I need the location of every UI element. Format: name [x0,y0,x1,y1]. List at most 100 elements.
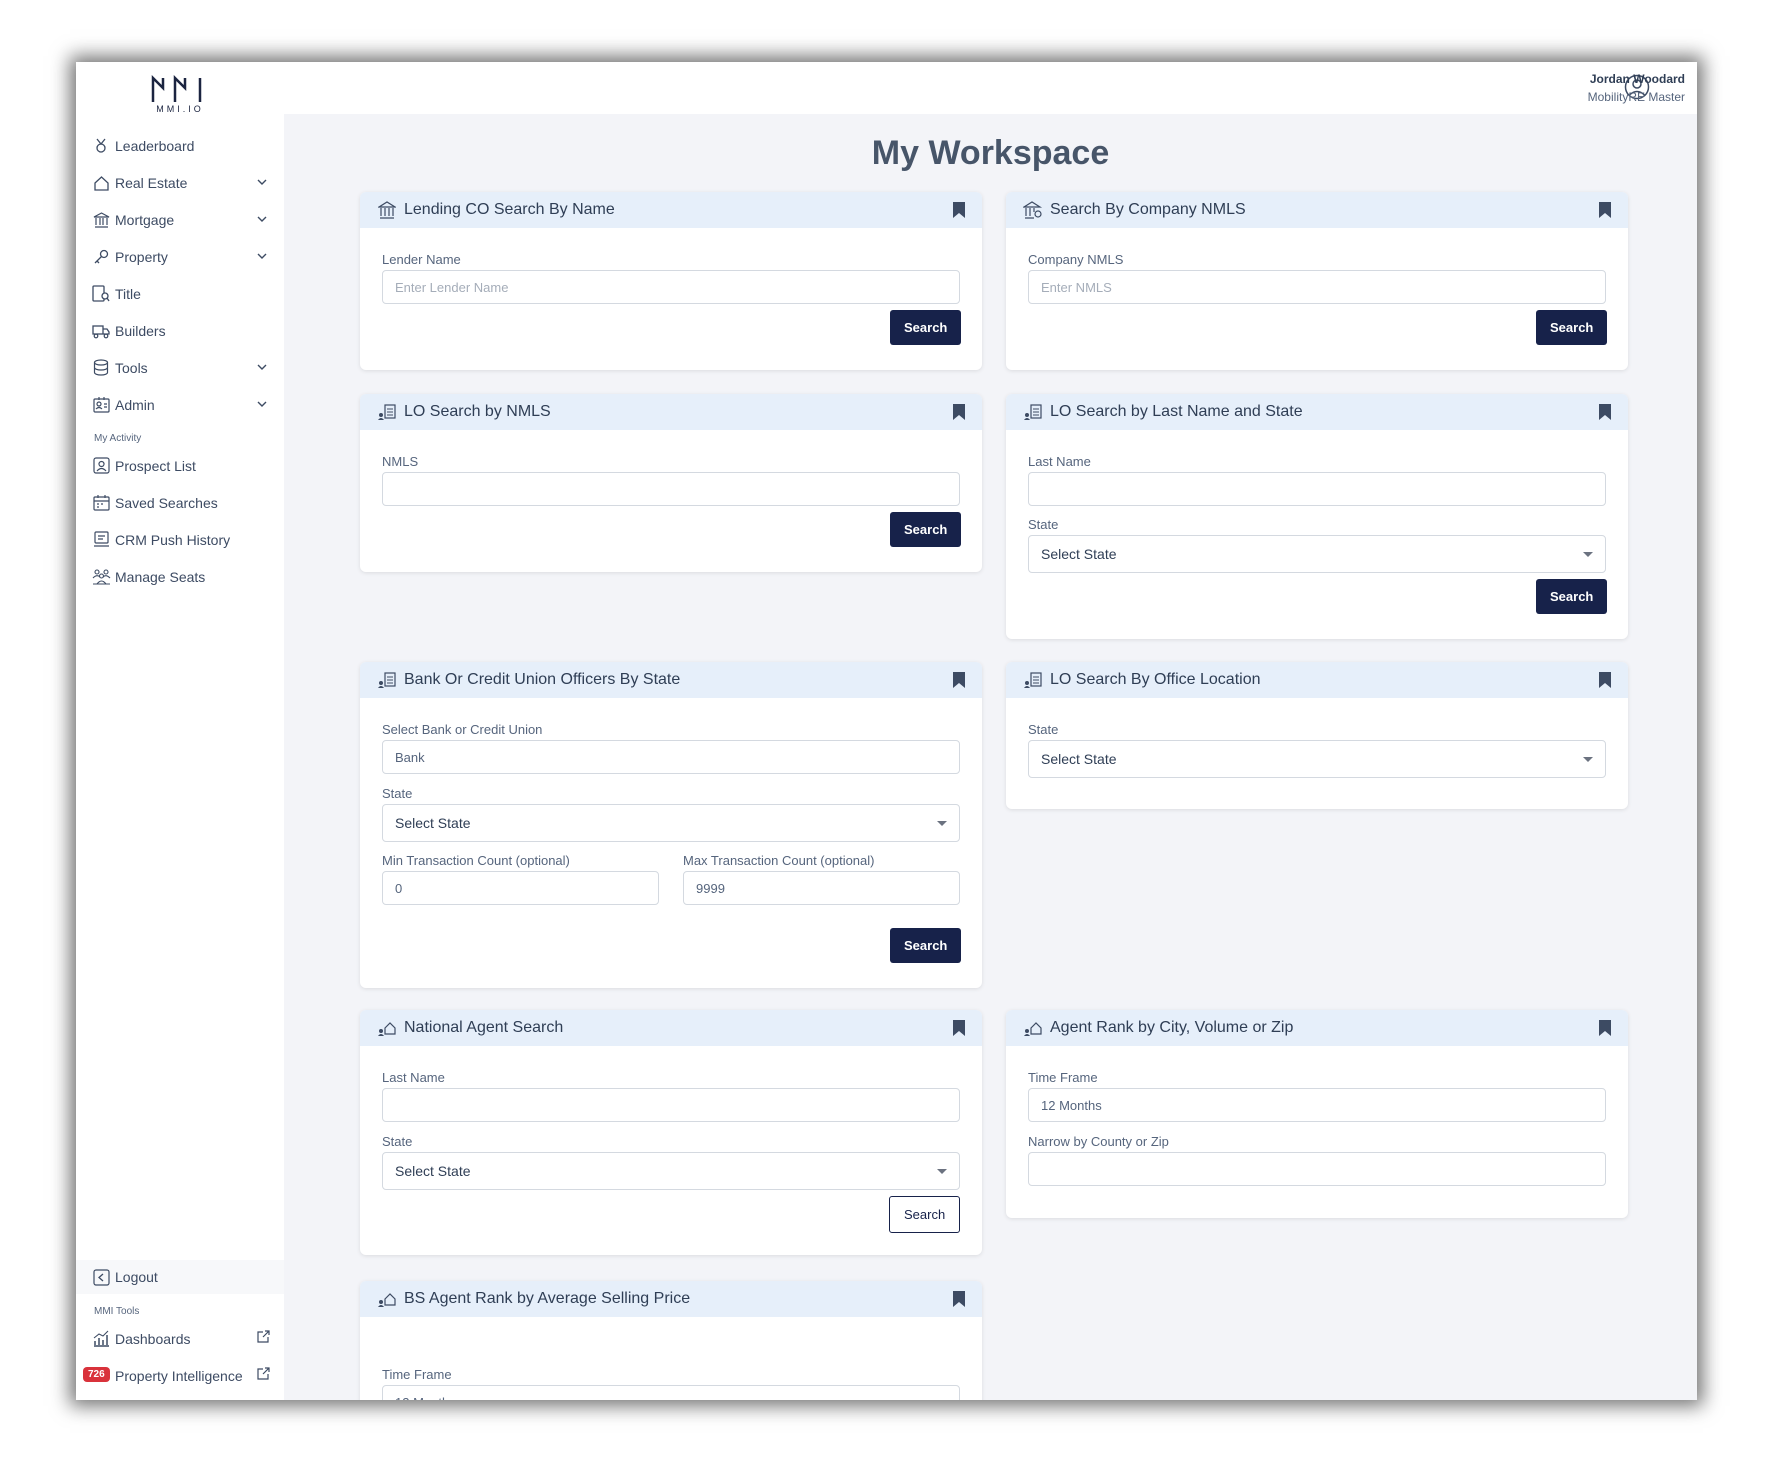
sidebar-item-property-intelligence[interactable]: 726 Property Intelligence [76,1357,284,1394]
card-header: Search By Company NMLS [1006,192,1628,228]
sidebar-item-label: Dashboards [115,1330,191,1347]
external-link-icon[interactable] [257,1367,270,1380]
last-name-label: Last Name [382,1070,445,1085]
chevron-down-icon[interactable] [256,361,268,373]
sidebar-item-label: Title [115,285,141,302]
chevron-down-icon[interactable] [256,176,268,188]
loan-officer-icon [376,670,398,690]
card-title: Bank Or Credit Union Officers By State [404,671,681,688]
max-transaction-label: Max Transaction Count (optional) [683,853,875,868]
sidebar-item-label: Saved Searches [115,494,218,511]
nmls-label: NMLS [382,454,419,469]
chevron-down-icon[interactable] [256,213,268,225]
chevron-down-icon[interactable] [256,398,268,410]
card-header: National Agent Search [360,1010,982,1046]
narrow-county-zip-label: Narrow by County or Zip [1028,1134,1169,1149]
sidebar-item-label: Admin [115,396,155,413]
brand-logo[interactable]: MMI.IO [150,74,210,116]
search-button[interactable]: Search [890,928,962,963]
card-title: BS Agent Rank by Average Selling Price [404,1290,691,1307]
search-button[interactable]: Search [1536,579,1608,614]
state-select-value: Select State [1041,546,1117,562]
bank-building-icon [376,200,398,220]
sidebar-item-title[interactable]: Title [76,275,284,312]
search-button[interactable]: Search [1536,310,1608,345]
company-nmls-input[interactable] [1028,270,1606,304]
sidebar-item-label: Tools [115,359,148,376]
state-select-value: Select State [395,815,471,831]
sidebar-item-manage-seats[interactable]: Manage Seats [76,558,284,595]
search-button[interactable]: Search [889,1196,961,1233]
bookmark-icon[interactable] [1598,1019,1612,1037]
external-link-icon[interactable] [257,1330,270,1343]
last-name-label: Last Name [1028,454,1091,469]
last-name-input[interactable] [1028,472,1606,506]
card-lending-co-search: Lending CO Search By Name Lender Name Se… [360,192,982,370]
bookmark-icon[interactable] [952,1019,966,1037]
logout-icon [90,1267,112,1287]
state-select[interactable]: Select State [382,1152,960,1190]
bookmark-icon[interactable] [952,201,966,219]
bookmark-icon[interactable] [1598,671,1612,689]
nmls-input[interactable] [382,472,960,506]
key-icon [90,247,112,267]
card-lo-nmls-search: LO Search by NMLS NMLS Search [360,394,982,572]
bookmark-icon[interactable] [952,403,966,421]
county-zip-input[interactable] [1028,1152,1606,1186]
bookmark-icon[interactable] [952,671,966,689]
bookmark-icon[interactable] [952,1290,966,1308]
chevron-down-icon[interactable] [256,250,268,262]
admin-icon [90,395,112,415]
bookmark-icon[interactable] [1598,201,1612,219]
sidebar-item-crm-push-history[interactable]: CRM Push History [76,521,284,558]
sidebar-item-real-estate[interactable]: Real Estate [76,164,284,201]
sidebar-item-tools[interactable]: Tools [76,349,284,386]
sidebar-item-label: Property Intelligence [115,1367,243,1384]
dropdown-caret-icon [1583,552,1593,557]
institution-type-label: Select Bank or Credit Union [382,722,543,737]
logout-label: Logout [115,1269,158,1285]
sidebar-item-saved-searches[interactable]: Saved Searches [76,484,284,521]
sidebar-item-label: Real Estate [115,174,188,191]
card-title: Lending CO Search By Name [404,201,615,218]
user-name[interactable]: Jordan Woodard [1590,72,1685,86]
app-window: MMI.IO Leaderboard Real Estate Mortgage … [76,62,1697,1400]
sidebar-nav: Leaderboard Real Estate Mortgage Propert… [76,127,284,595]
min-transaction-input[interactable] [382,871,659,905]
state-select[interactable]: Select State [1028,740,1606,778]
page-title: My Workspace [871,134,1110,172]
search-button[interactable]: Search [890,310,962,345]
state-select-value: Select State [395,1163,471,1179]
dropdown-caret-icon [1583,757,1593,762]
sidebar-item-leaderboard[interactable]: Leaderboard [76,127,284,164]
sidebar-item-label: CRM Push History [115,531,231,548]
sidebar-item-builders[interactable]: Builders [76,312,284,349]
logo-mark-icon [151,74,202,102]
state-select[interactable]: Select State [382,804,960,842]
card-lo-office-location-search: LO Search By Office Location State Selec… [1006,662,1628,809]
logout-button[interactable]: Logout [76,1260,284,1294]
state-label: State [1028,722,1059,737]
search-button[interactable]: Search [890,512,962,547]
sidebar-item-dashboards[interactable]: Dashboards [76,1320,284,1357]
database-icon [90,358,112,378]
institution-type-input[interactable] [382,740,960,774]
time-frame-input[interactable] [382,1385,960,1400]
sidebar-item-mortgage[interactable]: Mortgage [76,201,284,238]
bookmark-icon[interactable] [1598,403,1612,421]
lender-name-label: Lender Name [382,252,461,267]
top-header: Jordan Woodard MobilityRE Master [284,62,1697,114]
sidebar-item-property[interactable]: Property [76,238,284,275]
sidebar-item-label: Prospect List [115,457,196,474]
sidebar-item-admin[interactable]: Admin [76,386,284,423]
card-header: LO Search by NMLS [360,394,982,430]
last-name-input[interactable] [382,1088,960,1122]
card-title: Agent Rank by City, Volume or Zip [1050,1019,1294,1036]
time-frame-input[interactable] [1028,1088,1606,1122]
state-select[interactable]: Select State [1028,535,1606,573]
card-title: LO Search By Office Location [1050,671,1261,688]
lender-name-input[interactable] [382,270,960,304]
sidebar-item-prospect-list[interactable]: Prospect List [76,447,284,484]
max-transaction-input[interactable] [683,871,960,905]
crm-icon [90,530,112,550]
